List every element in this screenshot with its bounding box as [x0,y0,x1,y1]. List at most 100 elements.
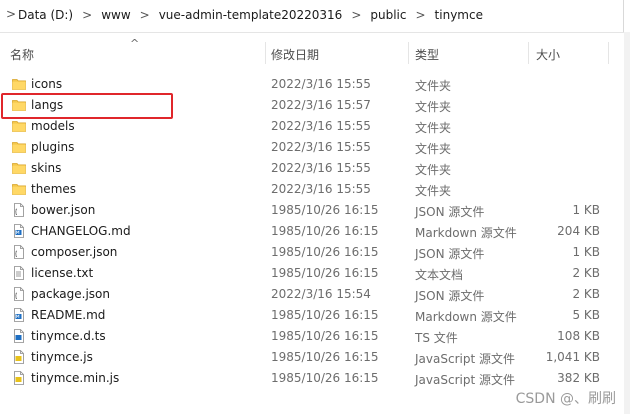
file-size: 2 KB [572,266,600,280]
json-file-icon [12,203,26,217]
breadcrumb-separator-icon[interactable]: > [415,8,425,22]
file-modified-date: 1985/10/26 16:15 [271,371,379,385]
ts-file-icon [12,329,26,343]
file-size: 108 KB [557,329,600,343]
watermark: CSDN @、刷刷 [515,391,616,407]
file-name: themes [31,182,77,196]
file-modified-date: 2022/3/16 15:55 [271,119,371,133]
file-size: 1,041 KB [545,350,600,364]
list-item[interactable]: models 2022/3/16 15:55 文件夹 [0,116,630,137]
folder-icon [12,182,26,196]
list-item[interactable]: tinymce.d.ts 1985/10/26 16:15 TS 文件 108 KB [0,326,630,347]
address-bar-edge [623,0,630,32]
file-modified-date: 2022/3/16 15:54 [271,287,371,301]
list-item[interactable]: tinymce.js 1985/10/26 16:15 JavaScript 源文件… [0,347,630,368]
folder-icon [12,119,26,133]
file-type: JSON 源文件 [415,289,485,303]
column-divider[interactable] [265,42,266,64]
file-type: JSON 源文件 [415,247,485,261]
list-item[interactable]: bower.json 1985/10/26 16:15 JSON 源文件 1 KB [0,200,630,221]
file-type: 文件夹 [415,184,452,198]
list-item[interactable]: composer.json 1985/10/26 16:15 JSON 源文件 1 K… [0,242,630,263]
file-name: tinymce.min.js [31,371,120,385]
sort-ascending-icon: ^ [130,37,140,50]
file-name: icons [31,77,63,91]
column-header-row: 名称 ^ 修改日期 类型 大小 [0,37,630,68]
file-modified-date: 1985/10/26 16:15 [271,266,379,280]
file-modified-date: 1985/10/26 16:15 [271,329,379,343]
file-modified-date: 2022/3/16 15:55 [271,182,371,196]
file-type: 文件夹 [415,163,452,177]
file-modified-date: 1985/10/26 16:15 [271,224,379,238]
breadcrumb-separator-icon[interactable]: > [82,8,92,22]
file-type: 文本文档 [415,268,464,282]
file-modified-date: 1985/10/26 16:15 [271,203,379,217]
file-name: composer.json [31,245,118,259]
folder-icon [12,140,26,154]
breadcrumb-separator-icon[interactable]: > [351,8,361,22]
list-item[interactable]: skins 2022/3/16 15:55 文件夹 [0,158,630,179]
highlight-box [1,93,173,119]
file-size: 1 KB [572,203,600,217]
file-type: Markdown 源文件 [415,226,517,240]
file-size: 5 KB [572,308,600,322]
file-type: JSON 源文件 [415,205,485,219]
list-item[interactable]: CHANGELOG.md 1985/10/26 16:15 Markdown 源文件… [0,221,630,242]
text-file-icon [12,266,26,280]
file-type: JavaScript 源文件 [415,352,515,366]
file-name: skins [31,161,62,175]
breadcrumb: Data (D:) > www > vue-admin-template20220316… [18,8,483,22]
list-item[interactable]: icons 2022/3/16 15:55 文件夹 [0,74,630,95]
file-name: package.json [31,287,111,301]
file-size: 2 KB [572,287,600,301]
file-name: license.txt [31,266,94,280]
list-item[interactable]: license.txt 1985/10/26 16:15 文本文档 2 KB [0,263,630,284]
file-name: bower.json [31,203,96,217]
breadcrumb-item-project[interactable]: vue-admin-template20220316 [159,8,343,22]
file-size: 382 KB [557,371,600,385]
file-size: 1 KB [572,245,600,259]
folder-icon [12,161,26,175]
column-divider[interactable] [608,42,609,64]
file-size: 204 KB [557,224,600,238]
file-name: tinymce.d.ts [31,329,106,343]
address-bar[interactable]: > Data (D:) > www > vue-admin-template202203… [0,0,630,33]
js-file-icon [12,350,26,364]
file-type: Markdown 源文件 [415,310,517,324]
file-type: 文件夹 [415,100,452,114]
file-type: TS 文件 [415,331,458,345]
list-item[interactable]: themes 2022/3/16 15:55 文件夹 [0,179,630,200]
column-divider[interactable] [408,42,409,64]
list-item[interactable]: tinymce.min.js 1985/10/26 16:15 JavaScript… [0,368,630,389]
folder-icon [12,77,26,91]
breadcrumb-item-public[interactable]: public [370,8,406,22]
breadcrumb-item-tinymce[interactable]: tinymce [435,8,483,22]
file-name: plugins [31,140,75,154]
file-modified-date: 2022/3/16 15:55 [271,77,371,91]
breadcrumb-separator-icon[interactable]: > [140,8,150,22]
file-modified-date: 1985/10/26 16:15 [271,350,379,364]
list-item[interactable]: package.json 2022/3/16 15:54 JSON 源文件 2 KB [0,284,630,305]
json-file-icon [12,245,26,259]
file-modified-date: 1985/10/26 16:15 [271,308,379,322]
column-divider[interactable] [528,42,529,64]
list-item[interactable]: plugins 2022/3/16 15:55 文件夹 [0,137,630,158]
file-type: JavaScript 源文件 [415,373,515,387]
file-modified-date: 2022/3/16 15:57 [271,98,371,112]
column-header-size[interactable]: 大小 [536,46,560,63]
list-item[interactable]: README.md 1985/10/26 16:15 Markdown 源文件 5 K… [0,305,630,326]
file-type: 文件夹 [415,79,452,93]
column-header-modified[interactable]: 修改日期 [271,46,319,63]
breadcrumb-item-www[interactable]: www [101,8,130,22]
column-header-name[interactable]: 名称 [10,46,34,63]
vertical-scrollbar[interactable] [624,32,630,414]
column-header-type[interactable]: 类型 [415,46,439,63]
file-name: CHANGELOG.md [31,224,131,238]
breadcrumb-item-drive[interactable]: Data (D:) [18,8,73,22]
file-name: models [31,119,75,133]
file-modified-date: 2022/3/16 15:55 [271,140,371,154]
file-name: README.md [31,308,106,322]
markdown-file-icon [12,308,26,322]
breadcrumb-expand-icon[interactable]: > [6,7,16,21]
file-type: 文件夹 [415,121,452,135]
